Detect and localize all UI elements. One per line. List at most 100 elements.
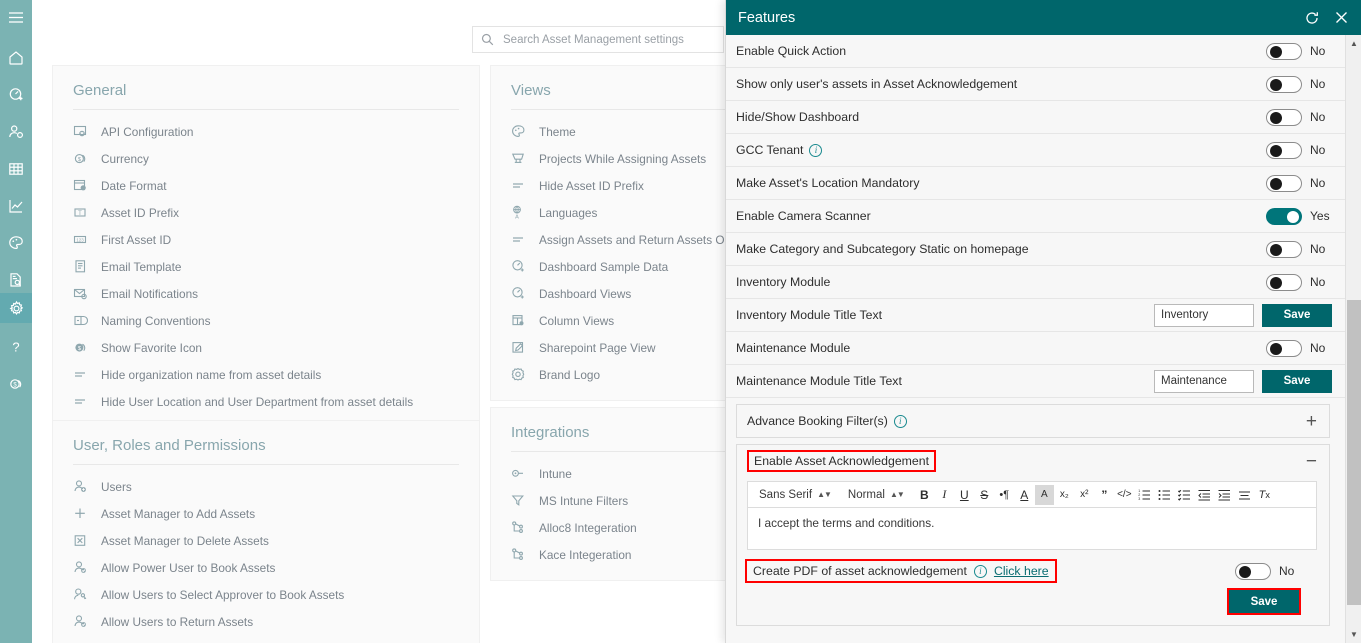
setting-column-views[interactable]: Column Views — [511, 307, 727, 334]
setting-sharepoint-page-view[interactable]: Sharepoint Page View — [511, 334, 727, 361]
setting-first-asset-id[interactable]: 123 First Asset ID — [73, 226, 459, 253]
setting-users[interactable]: Users — [73, 473, 459, 500]
setting-currency[interactable]: $ Currency — [73, 145, 459, 172]
setting-dashboard-sample-data[interactable]: Dashboard Sample Data — [511, 253, 727, 280]
row-label: Inventory Module — [736, 275, 831, 289]
line-chart-icon[interactable] — [0, 192, 32, 219]
setting-email-notifications[interactable]: Email Notifications — [73, 280, 459, 307]
gauge-plus-icon[interactable] — [0, 81, 32, 108]
info-icon[interactable]: i — [893, 414, 907, 428]
toggle-category-static[interactable] — [1266, 240, 1302, 258]
hamburger-icon[interactable] — [0, 0, 32, 34]
outdent-icon[interactable] — [1195, 485, 1214, 505]
collapse-minus-icon[interactable]: − — [1306, 452, 1317, 471]
highlight-color-icon[interactable]: A — [1034, 484, 1054, 505]
scrollbar-thumb[interactable] — [1347, 300, 1361, 605]
scroll-up-arrow-icon[interactable]: ▲ — [1346, 35, 1361, 52]
toggle-create-pdf[interactable] — [1235, 562, 1271, 580]
italic-icon[interactable]: I — [935, 485, 954, 505]
bullet-list-icon[interactable] — [1155, 485, 1174, 505]
acknowledgement-text-area[interactable]: I accept the terms and conditions. — [747, 508, 1317, 550]
palette-icon[interactable] — [0, 229, 32, 256]
toggle-maintenance-module[interactable] — [1266, 339, 1302, 357]
setting-asset-manager-delete[interactable]: Asset Manager to Delete Assets — [73, 527, 459, 554]
feature-row-category-static: Make Category and Subcategory Static on … — [726, 233, 1346, 266]
blockquote-icon[interactable]: ” — [1095, 485, 1114, 505]
info-icon[interactable]: i — [973, 564, 987, 578]
setting-projects-while-assigning[interactable]: Projects While Assigning Assets — [511, 145, 727, 172]
home-icon[interactable] — [0, 44, 32, 71]
setting-asset-manager-add[interactable]: Asset Manager to Add Assets — [73, 500, 459, 527]
setting-allow-power-user-book[interactable]: Allow Power User to Book Assets — [73, 554, 459, 581]
setting-kace-integration[interactable]: Kace Integeration — [511, 541, 727, 568]
save-inventory-title-button[interactable]: Save — [1262, 303, 1332, 327]
setting-asset-id-prefix[interactable]: T Asset ID Prefix — [73, 199, 459, 226]
expand-plus-icon[interactable]: + — [1306, 412, 1317, 431]
setting-intune[interactable]: Intune — [511, 460, 727, 487]
setting-show-favorite-icon[interactable]: $ Show Favorite Icon — [73, 334, 459, 361]
info-icon[interactable]: i — [809, 143, 823, 157]
table-icon[interactable] — [0, 155, 32, 182]
coins-icon[interactable]: $ — [0, 370, 32, 397]
toggle-hide-show-dashboard[interactable] — [1266, 108, 1302, 126]
refresh-icon[interactable] — [1304, 10, 1320, 26]
save-maintenance-title-button[interactable]: Save — [1262, 369, 1332, 393]
toggle-inventory-module[interactable] — [1266, 273, 1302, 291]
setting-assign-return-options[interactable]: Assign Assets and Return Assets Options — [511, 226, 727, 253]
font-size-select[interactable]: Normal ▲▼ — [844, 489, 908, 501]
toggle-location-mandatory[interactable] — [1266, 174, 1302, 192]
subscript-icon[interactable]: x₂ — [1055, 485, 1074, 505]
close-icon[interactable] — [1334, 10, 1349, 25]
strikethrough-icon[interactable]: S — [975, 485, 994, 505]
setting-alloc8-integration[interactable]: Alloc8 Integeration — [511, 514, 727, 541]
setting-email-template[interactable]: Email Template — [73, 253, 459, 280]
inventory-title-input[interactable] — [1154, 303, 1254, 327]
advance-booking-filters-header[interactable]: Advance Booking Filter(s) i + — [737, 405, 1329, 437]
panel-title: Features — [738, 9, 796, 26]
align-icon[interactable] — [1235, 485, 1254, 505]
search-icon — [481, 33, 494, 46]
toggle-enable-camera-scanner[interactable] — [1266, 207, 1302, 225]
asset-acknowledgement-header[interactable]: Enable Asset Acknowledgement − — [737, 445, 1329, 477]
setting-theme[interactable]: Theme — [511, 118, 727, 145]
scroll-down-arrow-icon[interactable]: ▼ — [1346, 626, 1361, 643]
setting-languages[interactable]: A Languages — [511, 199, 727, 226]
search-input[interactable]: Search Asset Management settings — [472, 26, 724, 53]
maintenance-title-input[interactable] — [1154, 369, 1254, 393]
toggle-show-only-users-assets[interactable] — [1266, 75, 1302, 93]
user-gear-icon[interactable] — [0, 118, 32, 145]
font-family-select[interactable]: Sans Serif ▲▼ — [755, 489, 835, 501]
font-color-icon[interactable]: A — [1015, 485, 1034, 505]
toggle-enable-quick-action[interactable] — [1266, 42, 1302, 60]
setting-hide-organization-name[interactable]: Hide organization name from asset detail… — [73, 361, 459, 388]
question-mark-icon[interactable]: ? — [0, 333, 32, 360]
user-check-icon — [73, 614, 101, 629]
setting-brand-logo[interactable]: Brand Logo — [511, 361, 727, 388]
toggle-gcc-tenant[interactable] — [1266, 141, 1302, 159]
ordered-list-icon[interactable]: 123 — [1135, 485, 1154, 505]
superscript-icon[interactable]: x² — [1075, 485, 1094, 505]
setting-api-configuration[interactable]: API Configuration — [73, 118, 459, 145]
setting-allow-users-return[interactable]: Allow Users to Return Assets — [73, 608, 459, 635]
underline-icon[interactable]: U — [955, 485, 974, 505]
setting-allow-users-select-approver[interactable]: Allow Users to Select Approver to Book A… — [73, 581, 459, 608]
setting-hide-user-location[interactable]: Hide User Location and User Department f… — [73, 388, 459, 415]
check-list-icon[interactable] — [1175, 485, 1194, 505]
save-acknowledgement-button[interactable]: Save — [1227, 588, 1301, 615]
text-direction-icon[interactable]: •¶ — [995, 485, 1014, 505]
code-block-icon[interactable]: </> — [1115, 485, 1134, 505]
document-search-icon[interactable] — [0, 266, 32, 293]
clear-format-icon[interactable]: Tx — [1255, 485, 1274, 505]
click-here-link[interactable]: Click here — [994, 564, 1049, 578]
item-label: Hide Asset ID Prefix — [539, 178, 644, 193]
panel-scrollbar[interactable]: ▲ ▼ — [1345, 35, 1361, 643]
indent-icon[interactable] — [1215, 485, 1234, 505]
gear-icon[interactable] — [0, 293, 32, 323]
setting-hide-asset-id-prefix[interactable]: Hide Asset ID Prefix — [511, 172, 727, 199]
setting-date-format[interactable]: Date Format — [73, 172, 459, 199]
bold-icon[interactable]: B — [915, 485, 934, 505]
setting-dashboard-views[interactable]: Dashboard Views — [511, 280, 727, 307]
features-panel: Features Enable Quick Action No Show onl… — [725, 0, 1361, 643]
setting-ms-intune-filters[interactable]: MS Intune Filters — [511, 487, 727, 514]
setting-naming-conventions[interactable]: Naming Conventions — [73, 307, 459, 334]
